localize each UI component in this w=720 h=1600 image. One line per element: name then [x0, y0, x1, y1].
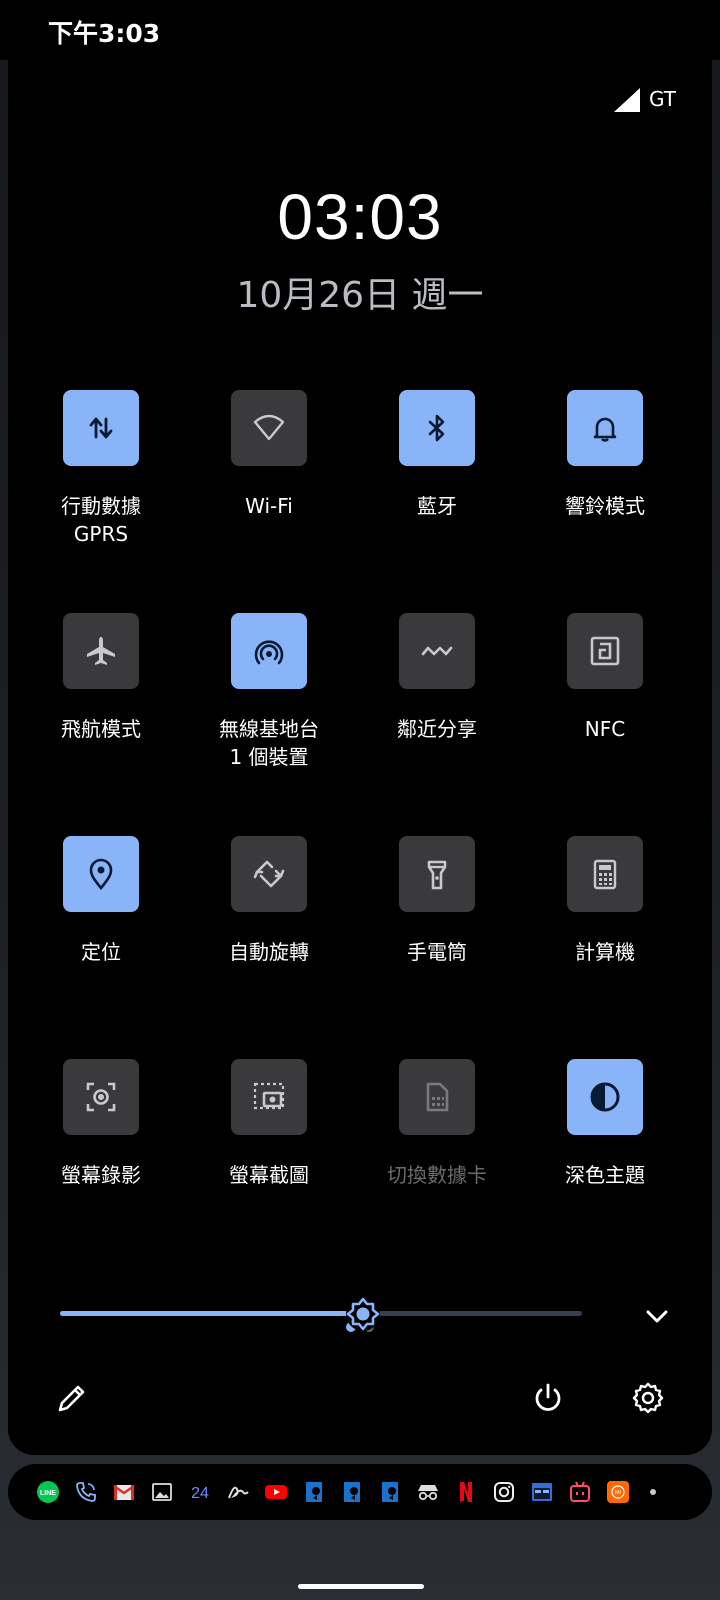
- instagram-icon: [492, 1480, 516, 1504]
- tile-bell[interactable]: 響鈴模式: [520, 390, 690, 520]
- tile-screenshot[interactable]: 螢幕截圖: [184, 1059, 354, 1189]
- tile-label: 深色主題: [565, 1163, 645, 1187]
- youtube-icon: [264, 1480, 288, 1504]
- wifi-icon[interactable]: [231, 390, 307, 466]
- app-icon: [378, 1480, 402, 1504]
- mobile-data-icon[interactable]: [63, 390, 139, 466]
- tile-sublabel: GPRS: [73, 522, 129, 546]
- bilibili-icon: [568, 1480, 592, 1504]
- netflix-icon: [454, 1480, 478, 1504]
- tile-label: 定位: [81, 940, 121, 964]
- calculator-icon[interactable]: [567, 836, 643, 912]
- status-time: 下午3:03: [48, 19, 161, 48]
- 24-icon: 24: [188, 1480, 212, 1504]
- tile-calculator[interactable]: 計算機: [520, 836, 690, 966]
- gear-icon[interactable]: [630, 1380, 666, 1416]
- gallery-icon: [150, 1480, 174, 1504]
- app-icon: [340, 1480, 364, 1504]
- tile-label: 螢幕截圖: [229, 1163, 309, 1187]
- clock: 03:03: [277, 181, 443, 253]
- tile-wifi[interactable]: Wi-Fi: [184, 390, 354, 520]
- tile-bluetooth[interactable]: 藍牙: [352, 390, 522, 520]
- line-icon: LINE: [36, 1480, 60, 1504]
- home-indicator[interactable]: [298, 1584, 424, 1589]
- chevron-down-icon[interactable]: [640, 1300, 674, 1334]
- brightness-icon[interactable]: [345, 1296, 381, 1332]
- tile-label: 飛航模式: [61, 717, 141, 741]
- airplane-icon[interactable]: [63, 613, 139, 689]
- tile-nfc[interactable]: NFC: [520, 613, 690, 743]
- sim-card-icon[interactable]: [399, 1059, 475, 1135]
- calendar-icon: [530, 1480, 554, 1504]
- tile-label: 螢幕錄影: [61, 1163, 141, 1187]
- tile-label: 鄰近分享: [397, 717, 477, 741]
- tile-label: 切換數據卡: [387, 1163, 487, 1187]
- tile-label: 行動數據: [61, 494, 141, 518]
- tile-sublabel: 1 個裝置: [229, 745, 309, 769]
- tile-airplane[interactable]: 飛航模式: [16, 613, 186, 743]
- pencil-icon[interactable]: [54, 1380, 90, 1416]
- app-icon: [302, 1480, 326, 1504]
- signature-icon: [226, 1480, 250, 1504]
- dark-theme-icon[interactable]: [567, 1059, 643, 1135]
- tile-hotspot[interactable]: 無線基地台 1 個裝置: [184, 613, 354, 771]
- screenshot-icon[interactable]: [231, 1059, 307, 1135]
- svg-text:LINE: LINE: [40, 1490, 56, 1497]
- incognito-icon: [416, 1480, 440, 1504]
- nearby-share-icon[interactable]: [399, 613, 475, 689]
- gmail-icon: [112, 1480, 136, 1504]
- svg-text:24: 24: [191, 1485, 209, 1502]
- tile-label: 響鈴模式: [565, 494, 645, 518]
- tile-dark-theme[interactable]: 深色主題: [520, 1059, 690, 1189]
- tile-label: 藍牙: [417, 494, 457, 518]
- bell-icon[interactable]: [567, 390, 643, 466]
- power-icon[interactable]: [530, 1380, 566, 1416]
- more-notifications-dot: [650, 1489, 656, 1495]
- tile-location[interactable]: 定位: [16, 836, 186, 966]
- tile-label: 無線基地台: [219, 717, 319, 741]
- notification-icons-bar[interactable]: LINE 24 MI: [8, 1464, 712, 1520]
- status-bar: 下午3:03: [0, 0, 720, 60]
- bluetooth-icon[interactable]: [399, 390, 475, 466]
- tile-nearby-share[interactable]: 鄰近分享: [352, 613, 522, 743]
- tile-mobile-data[interactable]: 行動數據 GPRS: [16, 390, 186, 548]
- phone-icon: [74, 1480, 98, 1504]
- tile-flashlight[interactable]: 手電筒: [352, 836, 522, 966]
- tile-label: 手電筒: [407, 940, 467, 964]
- tile-label: 自動旋轉: [229, 940, 309, 964]
- mi-icon: MI: [606, 1480, 630, 1504]
- tile-sim-card[interactable]: 切換數據卡: [352, 1059, 522, 1189]
- tile-label: NFC: [584, 717, 626, 741]
- hotspot-icon[interactable]: [231, 613, 307, 689]
- auto-rotate-icon[interactable]: [231, 836, 307, 912]
- svg-text:MI: MI: [615, 1490, 622, 1496]
- quick-settings-panel: GT 03:03 10月26日 週一 行動數據 GPRS Wi-Fi 藍牙 響鈴模式飛航…: [8, 60, 712, 1455]
- tile-label: Wi-Fi: [245, 494, 293, 518]
- tile-auto-rotate[interactable]: 自動旋轉: [184, 836, 354, 966]
- date: 10月26日 週一: [236, 275, 484, 316]
- tile-label: 計算機: [575, 940, 635, 964]
- signal-icon: [614, 88, 640, 112]
- tile-screen-record[interactable]: 螢幕錄影: [16, 1059, 186, 1189]
- carrier-label: GT: [648, 87, 676, 111]
- screen-record-icon[interactable]: [63, 1059, 139, 1135]
- flashlight-icon[interactable]: [399, 836, 475, 912]
- nfc-icon[interactable]: [567, 613, 643, 689]
- brightness-fill: [60, 1311, 363, 1316]
- brightness-slider[interactable]: [52, 1294, 582, 1334]
- location-icon[interactable]: [63, 836, 139, 912]
